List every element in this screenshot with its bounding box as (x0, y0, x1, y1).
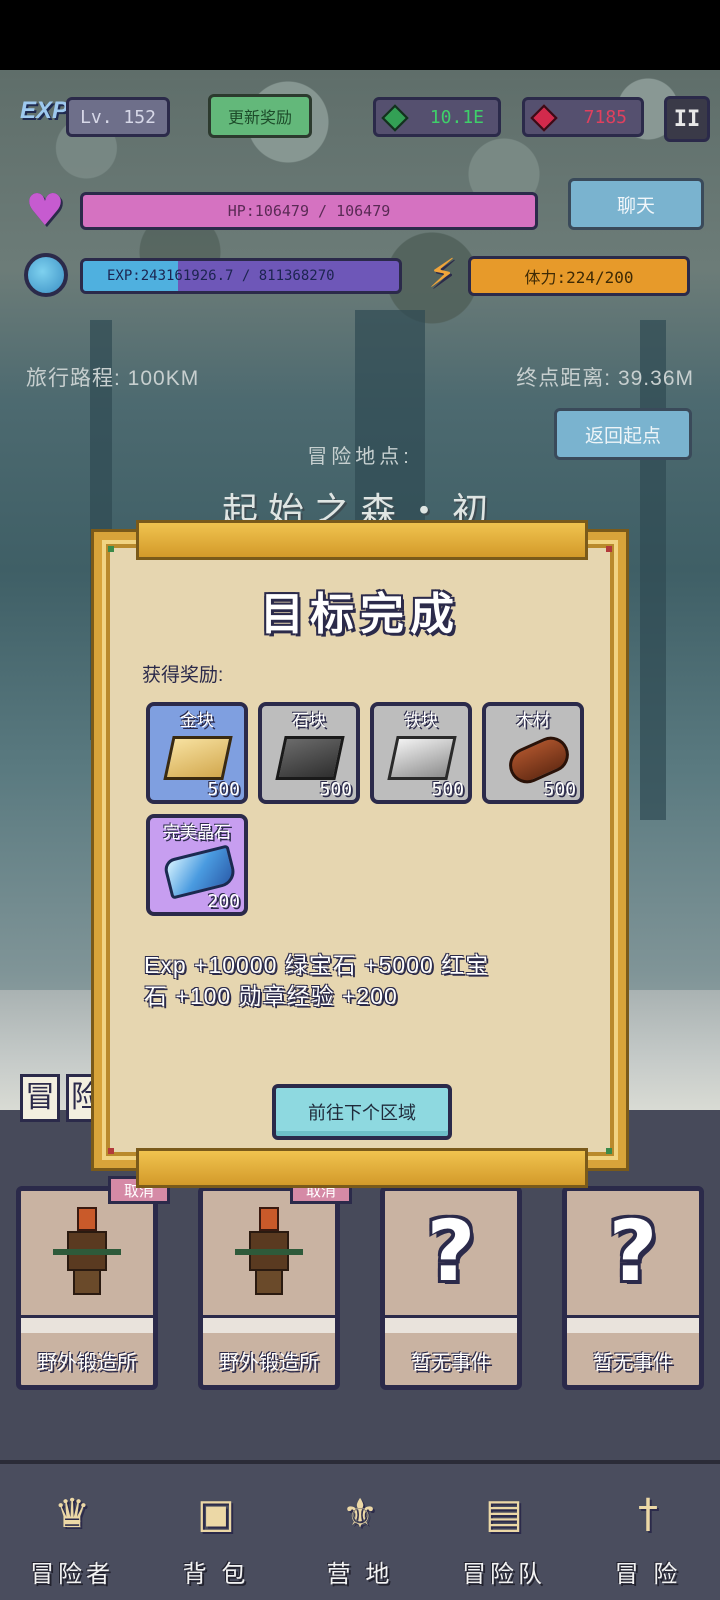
nav-adventure[interactable]: † 冒 险 (576, 1464, 720, 1600)
card-stripe (385, 1315, 517, 1333)
hp-bar: HP:106479 / 106479 (80, 192, 538, 230)
sword-icon: † (638, 1491, 658, 1537)
exp-logo-icon: EXP (20, 97, 69, 124)
nav-team[interactable]: ▤ 冒险队 (432, 1464, 576, 1600)
nav-backpack[interactable]: ▣ 背 包 (144, 1464, 288, 1600)
corner-ornament (108, 546, 114, 552)
event-card-label: 暂无事件 (411, 1351, 491, 1374)
nav-label: 背 包 (182, 1561, 250, 1588)
nav-camp[interactable]: ⚜ 营 地 (288, 1464, 432, 1600)
reward-item-name: 木材 (516, 711, 550, 730)
reward-item[interactable]: 金块 500 (146, 702, 248, 804)
exp-bar-text: EXP:243161926.7 / 811368270 (107, 268, 335, 284)
iron-block-icon (387, 736, 457, 780)
reward-item[interactable]: 铁块 500 (370, 702, 472, 804)
corner-ornament (606, 1148, 612, 1154)
nav-adventurer[interactable]: ♛ 冒险者 (0, 1464, 144, 1600)
modal-top-ornament (136, 520, 588, 560)
camp-banner-icon: ⚜ (342, 1491, 378, 1537)
reward-item-name: 铁块 (404, 711, 438, 730)
pause-button[interactable]: II (664, 96, 710, 142)
reward-item-name: 金块 (180, 711, 214, 730)
bottom-navigation: ♛ 冒险者 ▣ 背 包 ⚜ 营 地 ▤ 冒险队 † 冒 险 (0, 1460, 720, 1600)
event-card[interactable]: 野外锻造所 (16, 1186, 158, 1390)
adventure-header-char: 冒 (20, 1074, 60, 1122)
event-card[interactable]: 野外锻造所 (198, 1186, 340, 1390)
rewards-label: 获得奖励: (142, 665, 224, 686)
distance-traveled: 旅行路程: 100KM (26, 367, 200, 390)
ruby-value: 7185 (583, 106, 627, 128)
card-stripe (567, 1315, 699, 1333)
reward-item-qty: 200 (207, 891, 240, 912)
modal-bottom-ornament (136, 1148, 588, 1188)
heart-icon: ♥ (25, 185, 65, 236)
team-book-icon: ▤ (485, 1491, 523, 1537)
goal-complete-dialog: 目标完成 获得奖励: 金块 500 石块 500 铁块 500 木材 500 完… (91, 529, 629, 1171)
emerald-icon (381, 104, 409, 132)
player-level: Lv. 152 (66, 97, 170, 137)
corner-ornament (108, 1148, 114, 1154)
card-art: ? (385, 1191, 517, 1311)
backpack-icon: ▣ (197, 1491, 235, 1537)
reward-item-qty: 500 (431, 779, 464, 800)
nav-label: 冒 险 (614, 1561, 682, 1588)
card-art (203, 1191, 335, 1311)
reward-summary-line: Exp +10000 绿宝石 +5000 红宝 (144, 952, 490, 978)
reward-items-grid: 金块 500 石块 500 铁块 500 木材 500 完美晶石 200 (146, 702, 586, 916)
blacksmith-icon (53, 1203, 121, 1299)
reward-item-name: 石块 (292, 711, 326, 730)
nav-label: 营 地 (326, 1561, 394, 1588)
nav-label: 冒险队 (462, 1561, 546, 1588)
card-art (21, 1191, 153, 1311)
emerald-counter[interactable]: 10.1E (373, 97, 501, 137)
exp-bar: EXP:243161926.7 / 811368270 (80, 258, 402, 294)
chat-button[interactable]: 聊天 (568, 178, 704, 230)
event-card-label: 野外锻造所 (219, 1351, 319, 1374)
adventurer-helmet-icon: ♛ (54, 1491, 90, 1537)
stone-block-icon (275, 736, 345, 780)
lightning-icon: ⚡ (427, 251, 457, 297)
gold-block-icon (163, 736, 233, 780)
reward-item-qty: 500 (543, 779, 576, 800)
reward-item[interactable]: 完美晶石 200 (146, 814, 248, 916)
emerald-value: 10.1E (429, 106, 484, 128)
card-art: ? (567, 1191, 699, 1311)
question-mark-icon: ? (426, 1202, 476, 1300)
reward-item-name: 完美晶石 (163, 823, 231, 842)
dialog-title: 目标完成 (260, 590, 460, 639)
question-mark-icon: ? (608, 1202, 658, 1300)
corner-ornament (606, 546, 612, 552)
location-label: 冒险地点: (307, 446, 413, 468)
card-stripe (21, 1315, 153, 1333)
tree-trunk (640, 320, 666, 820)
reward-item[interactable]: 石块 500 (258, 702, 360, 804)
reward-summary: Exp +10000 绿宝石 +5000 红宝 石 +100 勋章经验 +200 (144, 950, 584, 1012)
blacksmith-icon (235, 1203, 303, 1299)
next-area-button[interactable]: 前往下个区域 (272, 1084, 452, 1140)
refresh-rewards-button[interactable]: 更新奖励 (208, 94, 312, 138)
reward-item-qty: 500 (207, 779, 240, 800)
event-card-label: 暂无事件 (593, 1351, 673, 1374)
stamina-bar: 体力:224/200 (468, 256, 690, 296)
reward-item[interactable]: 木材 500 (482, 702, 584, 804)
event-card-label: 野外锻造所 (37, 1351, 137, 1374)
ruby-counter[interactable]: 7185 (522, 97, 644, 137)
status-bar (0, 0, 720, 70)
event-card[interactable]: ? 暂无事件 (562, 1186, 704, 1390)
reward-item-qty: 500 (319, 779, 352, 800)
event-card[interactable]: ? 暂无事件 (380, 1186, 522, 1390)
ruby-icon (530, 104, 558, 132)
exp-orb-icon (24, 253, 68, 297)
nav-label: 冒险者 (30, 1561, 114, 1588)
card-stripe (203, 1315, 335, 1333)
reward-summary-line: 石 +100 勋章经验 +200 (144, 983, 398, 1009)
distance-remaining: 终点距离: 39.36M (516, 367, 694, 390)
